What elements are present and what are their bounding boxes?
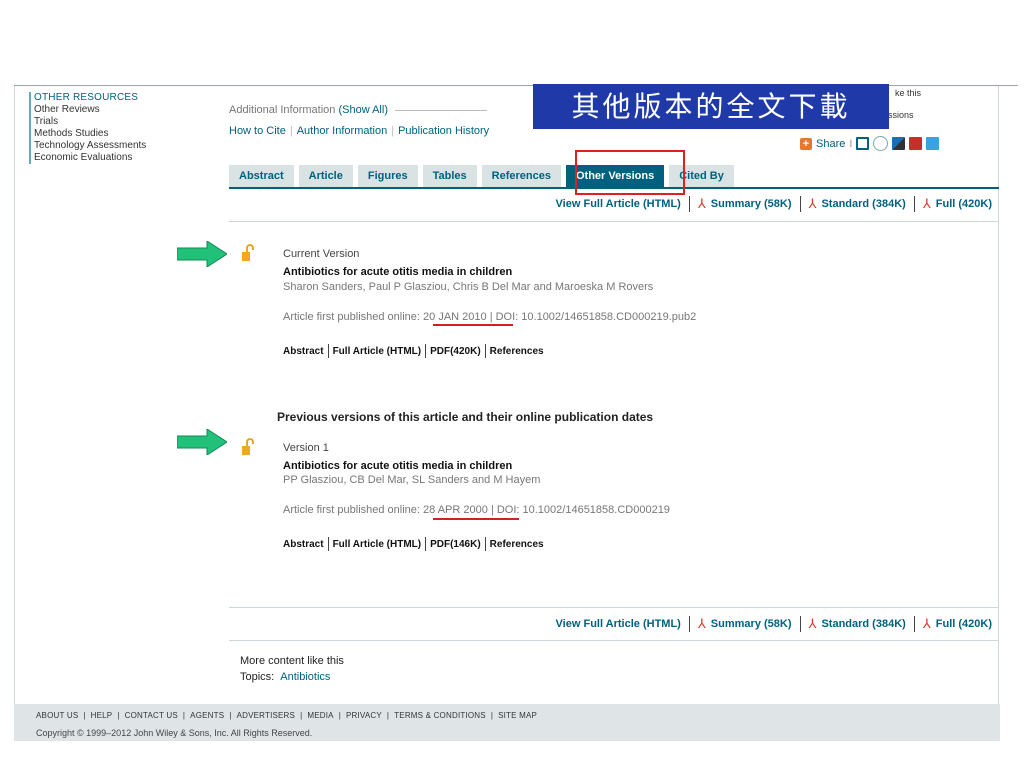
current-version-links: Abstract Full Article (HTML) PDF(420K) R… (283, 344, 544, 358)
corner-fragment-1: ke this (895, 88, 922, 98)
pub-prefix: Article first published online: (283, 311, 420, 323)
share-plus-icon[interactable]: + (800, 137, 812, 150)
references-link[interactable]: References (490, 539, 544, 550)
mendeley-icon[interactable] (909, 137, 923, 150)
pub-prefix: Article first published online: (283, 504, 420, 516)
full-article-html-link[interactable]: Full Article (HTML) (333, 346, 422, 357)
pdf-icon: ⅄ (922, 196, 931, 211)
footer-privacy[interactable]: PRIVACY (346, 711, 382, 720)
previous-versions-heading: Previous versions of this article and th… (277, 410, 654, 424)
footer-copyright: Copyright © 1999–2012 John Wiley & Sons,… (36, 728, 313, 738)
additional-information: Additional Information (Show All) (229, 104, 488, 116)
top-view-links: View Full Article (HTML) ⅄ Summary (58K) … (556, 196, 992, 212)
topics-label: Topics: (240, 671, 275, 683)
footer-nav: ABOUT US | HELP | CONTACT US | AGENTS | ADVERTIS… (36, 711, 538, 720)
summary-pdf-link[interactable]: Summary (58K) (711, 198, 792, 210)
pdf-icon: ⅄ (922, 616, 931, 631)
full-pdf-link[interactable]: Full (420K) (936, 618, 992, 630)
share-label[interactable]: Share (816, 138, 845, 150)
corner-fragment-2: ssions (888, 110, 914, 120)
abstract-link[interactable]: Abstract (283, 539, 324, 550)
list-icon[interactable] (856, 137, 870, 150)
version-1-links: Abstract Full Article (HTML) PDF(146K) R… (283, 537, 544, 551)
green-arrow-icon (177, 241, 227, 267)
unlock-icon (242, 244, 254, 261)
sidebar-item-methods-studies[interactable]: Methods Studies (34, 128, 224, 140)
version-1-authors: PP Glasziou, CB Del Mar, SL Sanders and … (283, 474, 541, 486)
additional-info-rule (395, 109, 488, 111)
view-full-article-html-link[interactable]: View Full Article (HTML) (556, 618, 681, 630)
full-pdf-link[interactable]: Full (420K) (936, 198, 992, 210)
pdf-icon: ⅄ (808, 616, 817, 631)
pdf-link[interactable]: PDF(420K) (430, 346, 481, 357)
current-version-title[interactable]: Antibiotics for acute otitis media in ch… (283, 266, 512, 278)
pdf-icon: ⅄ (697, 616, 706, 631)
topic-antibiotics-link[interactable]: Antibiotics (280, 671, 330, 683)
share-separator: I (849, 137, 853, 150)
sidebar-item-technology-assessments[interactable]: Technology Assessments (34, 140, 224, 152)
delicious-icon[interactable] (892, 137, 906, 150)
pub-date: 20 JAN 2010 (423, 311, 487, 323)
unlock-icon (242, 438, 254, 455)
additional-info-label: Additional Information (229, 104, 336, 116)
standard-pdf-link[interactable]: Standard (384K) (821, 198, 905, 210)
current-version-publication: Article first published online: 20 JAN 2… (283, 311, 696, 323)
sidebar: OTHER RESOURCES Other Reviews Trials Met… (29, 92, 224, 164)
tab-figures[interactable]: Figures (357, 165, 418, 187)
view-full-article-html-link[interactable]: View Full Article (HTML) (556, 198, 681, 210)
publication-history-link[interactable]: Publication History (398, 125, 489, 137)
doi-text: | DOI: 10.1002/14651858.CD000219.pub2 (489, 311, 697, 323)
pub-date: 28 APR 2000 (423, 504, 488, 516)
doi-text: | DOI: 10.1002/14651858.CD000219 (490, 504, 670, 516)
show-all-link[interactable]: (Show All) (338, 104, 388, 116)
footer-agents[interactable]: AGENTS (190, 711, 224, 720)
twitter-icon[interactable] (926, 137, 940, 150)
how-to-cite-link[interactable]: How to Cite (229, 125, 286, 137)
footer-terms[interactable]: TERMS & CONDITIONS (394, 711, 486, 720)
pdf-icon: ⅄ (697, 196, 706, 211)
more-content-heading: More content like this (240, 655, 344, 667)
eye-icon[interactable] (873, 136, 889, 151)
current-version-authors: Sharon Sanders, Paul P Glasziou, Chris B… (283, 281, 654, 293)
tab-article[interactable]: Article (298, 165, 353, 187)
topics-row: Topics: Antibiotics (240, 671, 330, 683)
abstract-link[interactable]: Abstract (283, 346, 324, 357)
version-1-title[interactable]: Antibiotics for acute otitis media in ch… (283, 460, 512, 472)
pdf-link[interactable]: PDF(146K) (430, 539, 481, 550)
cite-links: How to Cite | Author Information | Publicati… (229, 125, 490, 137)
bottom-view-links: View Full Article (HTML) ⅄ Summary (58K) … (556, 616, 992, 632)
tab-tables[interactable]: Tables (422, 165, 477, 187)
green-arrow-icon (177, 429, 227, 455)
references-link[interactable]: References (490, 346, 544, 357)
footer-contact-us[interactable]: CONTACT US (125, 711, 178, 720)
sidebar-item-economic-evaluations[interactable]: Economic Evaluations (34, 152, 224, 164)
tab-abstract[interactable]: Abstract (229, 165, 294, 187)
date-underline (433, 324, 513, 326)
sidebar-item-trials[interactable]: Trials (34, 116, 224, 128)
version-1-label: Version 1 (283, 442, 329, 454)
tab-references[interactable]: References (481, 165, 561, 187)
summary-pdf-link[interactable]: Summary (58K) (711, 618, 792, 630)
standard-pdf-link[interactable]: Standard (384K) (821, 618, 905, 630)
left-border (14, 86, 15, 728)
footer-advertisers[interactable]: ADVERTISERS (237, 711, 296, 720)
date-underline (433, 518, 519, 520)
sidebar-item-other-reviews[interactable]: Other Reviews (34, 104, 224, 116)
annotation-banner: 其他版本的全文下載 (533, 84, 889, 129)
footer-media[interactable]: MEDIA (307, 711, 333, 720)
full-article-html-link[interactable]: Full Article (HTML) (333, 539, 422, 550)
current-version-label: Current Version (283, 248, 360, 260)
pdf-icon: ⅄ (808, 196, 817, 211)
footer: ABOUT US | HELP | CONTACT US | AGENTS | ADVERTIS… (14, 704, 1000, 741)
footer-site-map[interactable]: SITE MAP (498, 711, 537, 720)
share-row: + Share I (800, 136, 940, 151)
sidebar-heading: OTHER RESOURCES (34, 92, 139, 103)
footer-about-us[interactable]: ABOUT US (36, 711, 78, 720)
footer-help[interactable]: HELP (91, 711, 113, 720)
version-1-publication: Article first published online: 28 APR 2… (283, 504, 670, 516)
author-information-link[interactable]: Author Information (297, 125, 388, 137)
